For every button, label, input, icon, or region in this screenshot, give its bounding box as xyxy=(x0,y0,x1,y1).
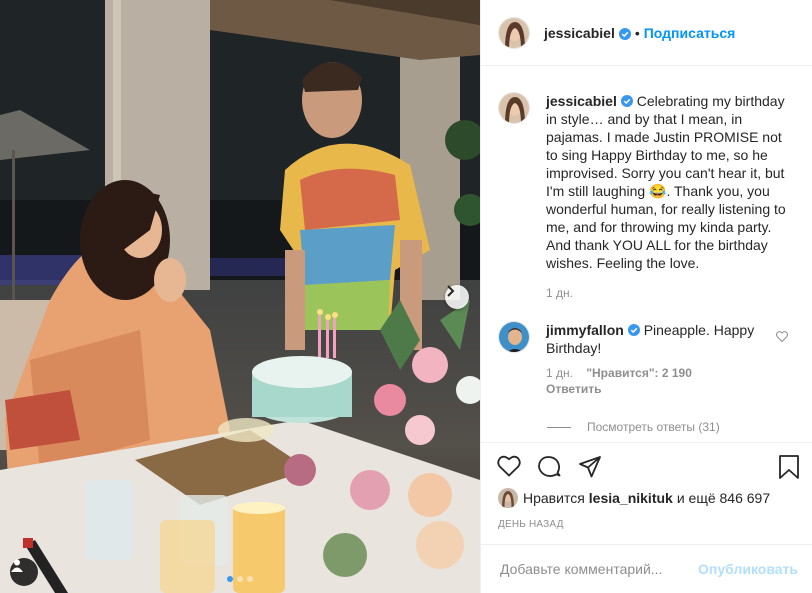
commenter-avatar[interactable] xyxy=(498,321,530,353)
comment-author[interactable]: jimmyfallon xyxy=(546,322,624,338)
caption-comment: jessicabiel Celebrating my birthday in s… xyxy=(498,92,802,300)
caption-author[interactable]: jessicabiel xyxy=(546,93,617,109)
carousel-dot xyxy=(237,576,243,582)
comment-icon[interactable] xyxy=(537,455,561,484)
carousel-dot xyxy=(247,576,253,582)
caption-meta: 1 дн. xyxy=(546,286,796,300)
comment-item: jimmyfallon Pineapple. Happy Birthday! 1… xyxy=(498,321,802,396)
header-separator: • xyxy=(634,24,640,41)
small-heart-icon[interactable] xyxy=(776,329,788,347)
publish-button[interactable]: Опубликовать xyxy=(698,561,798,577)
comment-age[interactable]: 1 дн. xyxy=(546,366,573,380)
share-icon[interactable] xyxy=(578,455,602,484)
author-avatar[interactable] xyxy=(498,16,530,49)
action-bar xyxy=(481,442,812,488)
post-header: jessicabiel • Подписаться xyxy=(481,0,812,66)
post-side-panel: jessicabiel • Подписаться jessicabiel Ce… xyxy=(480,0,812,593)
caption-avatar[interactable] xyxy=(498,92,530,124)
carousel-dot xyxy=(227,576,233,582)
replies-divider xyxy=(547,426,571,428)
heart-icon[interactable] xyxy=(497,455,521,482)
reply-button[interactable]: Ответить xyxy=(546,382,796,396)
verified-badge-icon xyxy=(627,322,640,336)
photo-illustration xyxy=(0,0,480,593)
comment-likes[interactable]: "Нравится": 2 190 xyxy=(586,366,692,380)
view-replies-label: Посмотреть ответы (31) xyxy=(587,420,720,434)
caption-body: Celebrating my birthday in style… and by… xyxy=(546,93,786,271)
liker-avatar xyxy=(498,488,518,508)
likes-summary[interactable]: Нравится lesia_nikituk и ещё 846 697 xyxy=(498,488,770,508)
caption-text: jessicabiel Celebrating my birthday in s… xyxy=(546,92,796,272)
comment-meta: 1 дн. "Нравится": 2 190 xyxy=(546,366,796,380)
caption-age[interactable]: 1 дн. xyxy=(546,286,573,300)
post-photo[interactable] xyxy=(0,0,480,593)
carousel-next-button[interactable] xyxy=(445,285,469,309)
carousel-indicator xyxy=(0,576,480,582)
comments-list: jessicabiel Celebrating my birthday in s… xyxy=(481,66,812,442)
follow-button[interactable]: Подписаться xyxy=(644,25,736,41)
add-comment-bar: Опубликовать xyxy=(481,544,812,593)
author-username[interactable]: jessicabiel xyxy=(544,25,615,41)
verified-badge-icon xyxy=(618,27,631,40)
liker-username[interactable]: lesia_nikituk xyxy=(589,490,673,506)
comment-input[interactable] xyxy=(498,560,699,578)
likes-prefix: Нравится xyxy=(523,490,585,506)
post-timestamp[interactable]: ДЕНЬ НАЗАД xyxy=(498,519,564,530)
bookmark-icon[interactable] xyxy=(778,455,800,484)
comment-text: jimmyfallon Pineapple. Happy Birthday! xyxy=(546,321,796,357)
verified-badge-icon xyxy=(620,93,633,107)
likes-count[interactable]: и ещё 846 697 xyxy=(677,490,770,506)
view-replies-button[interactable]: Посмотреть ответы (31) xyxy=(547,420,720,434)
